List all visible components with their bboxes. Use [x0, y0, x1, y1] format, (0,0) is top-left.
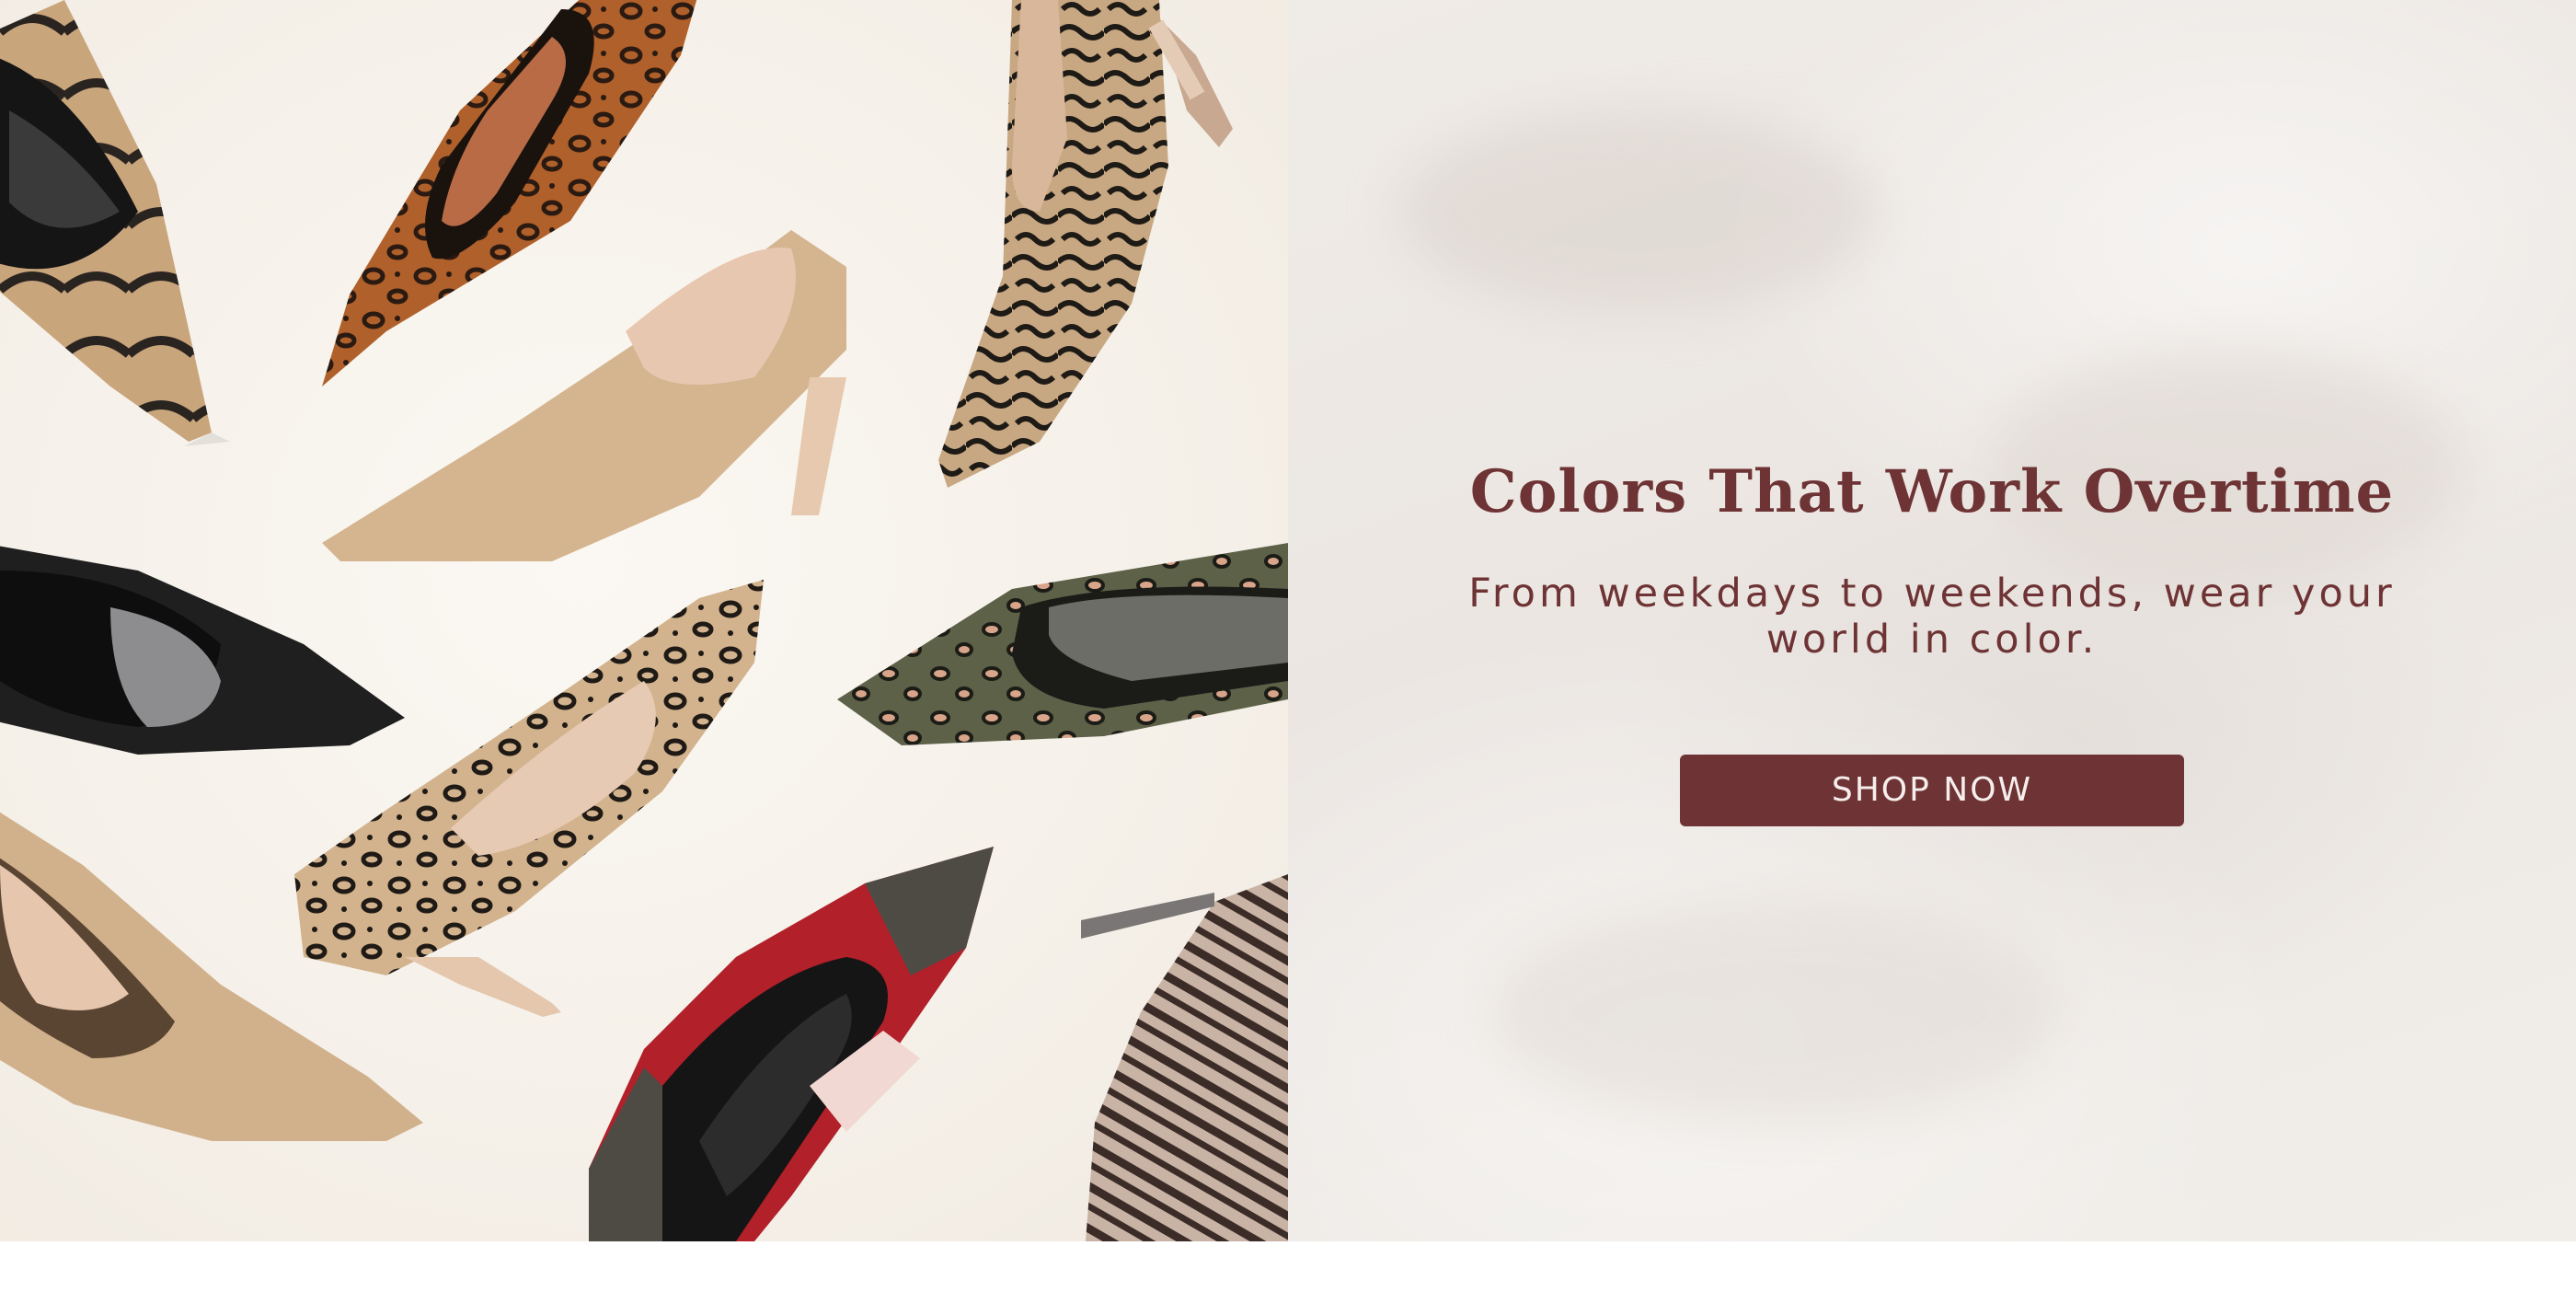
shop-now-button[interactable]: SHOP NOW — [1680, 755, 2184, 826]
hero-content: Colors That Work Overtime From weekdays … — [1288, 451, 2576, 826]
page: Colors That Work Overtime From weekdays … — [0, 0, 2576, 1315]
fabric-shadow — [1398, 110, 1877, 313]
hero-photo — [0, 0, 1288, 1241]
hero-panel: Colors That Work Overtime From weekdays … — [1288, 0, 2576, 1241]
fabric-shadow — [1490, 902, 2061, 1123]
hero-subtitle: From weekdays to weekends, wear your wor… — [1468, 571, 2396, 663]
hero-title: Colors That Work Overtime — [1469, 457, 2395, 526]
